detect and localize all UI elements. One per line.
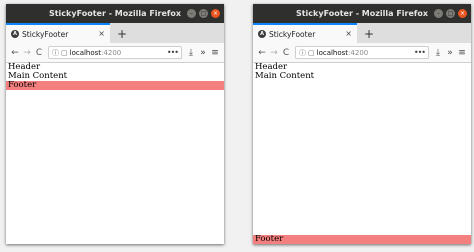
page-main-content: Main Content [255, 71, 315, 81]
new-tab-button[interactable]: + [112, 25, 132, 43]
page-icon: ▢ [61, 48, 68, 57]
close-button[interactable]: × [211, 9, 220, 18]
download-icon[interactable]: ⤓ [432, 48, 444, 58]
reload-icon[interactable]: C [280, 48, 292, 58]
close-button[interactable]: × [458, 9, 467, 18]
page-footer: Footer [6, 81, 224, 90]
angular-icon: A [11, 30, 19, 38]
tab-close-icon[interactable]: × [98, 29, 105, 38]
back-icon[interactable]: ← [256, 48, 268, 58]
maximize-button[interactable]: □ [199, 9, 208, 18]
tab-title: StickyFooter [269, 29, 316, 39]
page-icon: ▢ [308, 48, 315, 57]
window-title: StickyFooter - Mozilla Firefox [295, 9, 429, 18]
url-port: :4200 [348, 48, 369, 57]
page-main-content: Main Content [8, 71, 68, 81]
url-host: localhost [316, 48, 349, 57]
url-bar[interactable]: ⓘ ▢ localhost:4200 ••• [48, 46, 182, 59]
tab-strip: A StickyFooter × + [253, 23, 471, 43]
download-icon[interactable]: ⤓ [185, 48, 197, 58]
titlebar[interactable]: StickyFooter - Mozilla Firefox – □ × [253, 4, 471, 23]
page-footer: Footer [253, 235, 471, 244]
url-host: localhost [69, 48, 102, 57]
overflow-icon[interactable]: » [444, 48, 456, 58]
titlebar[interactable]: StickyFooter - Mozilla Firefox – □ × [6, 4, 224, 23]
firefox-window-right: StickyFooter - Mozilla Firefox – □ × A S… [253, 4, 471, 244]
url-bar[interactable]: ⓘ ▢ localhost:4200 ••• [295, 46, 429, 59]
page-actions-icon[interactable]: ••• [167, 48, 179, 57]
window-controls: – □ × [434, 9, 467, 18]
window-title: StickyFooter - Mozilla Firefox [48, 9, 182, 18]
forward-icon[interactable]: → [21, 48, 33, 58]
window-controls: – □ × [187, 9, 220, 18]
tab-stickyfooter[interactable]: A StickyFooter × [6, 23, 110, 43]
minimize-button[interactable]: – [187, 9, 196, 18]
nav-toolbar: ← → C ⓘ ▢ localhost:4200 ••• ⤓ » ≡ [6, 43, 224, 63]
nav-toolbar: ← → C ⓘ ▢ localhost:4200 ••• ⤓ » ≡ [253, 43, 471, 63]
reload-icon[interactable]: C [33, 48, 45, 58]
info-icon[interactable]: ⓘ [52, 48, 59, 58]
overflow-icon[interactable]: » [197, 48, 209, 58]
firefox-window-left: StickyFooter - Mozilla Firefox – □ × A S… [6, 4, 224, 244]
new-tab-button[interactable]: + [359, 25, 379, 43]
maximize-button[interactable]: □ [446, 9, 455, 18]
tab-title: StickyFooter [22, 29, 69, 39]
info-icon[interactable]: ⓘ [299, 48, 306, 58]
tab-stickyfooter[interactable]: A StickyFooter × [253, 23, 357, 43]
menu-icon[interactable]: ≡ [456, 48, 468, 58]
page-actions-icon[interactable]: ••• [414, 48, 426, 57]
angular-icon: A [258, 30, 266, 38]
menu-icon[interactable]: ≡ [209, 48, 221, 58]
tab-close-icon[interactable]: × [345, 29, 352, 38]
page-content: Header Main Content Footer [253, 63, 471, 244]
back-icon[interactable]: ← [9, 48, 21, 58]
minimize-button[interactable]: – [434, 9, 443, 18]
forward-icon[interactable]: → [268, 48, 280, 58]
tab-strip: A StickyFooter × + [6, 23, 224, 43]
url-port: :4200 [101, 48, 122, 57]
page-content: Header Main Content Footer [6, 63, 224, 244]
